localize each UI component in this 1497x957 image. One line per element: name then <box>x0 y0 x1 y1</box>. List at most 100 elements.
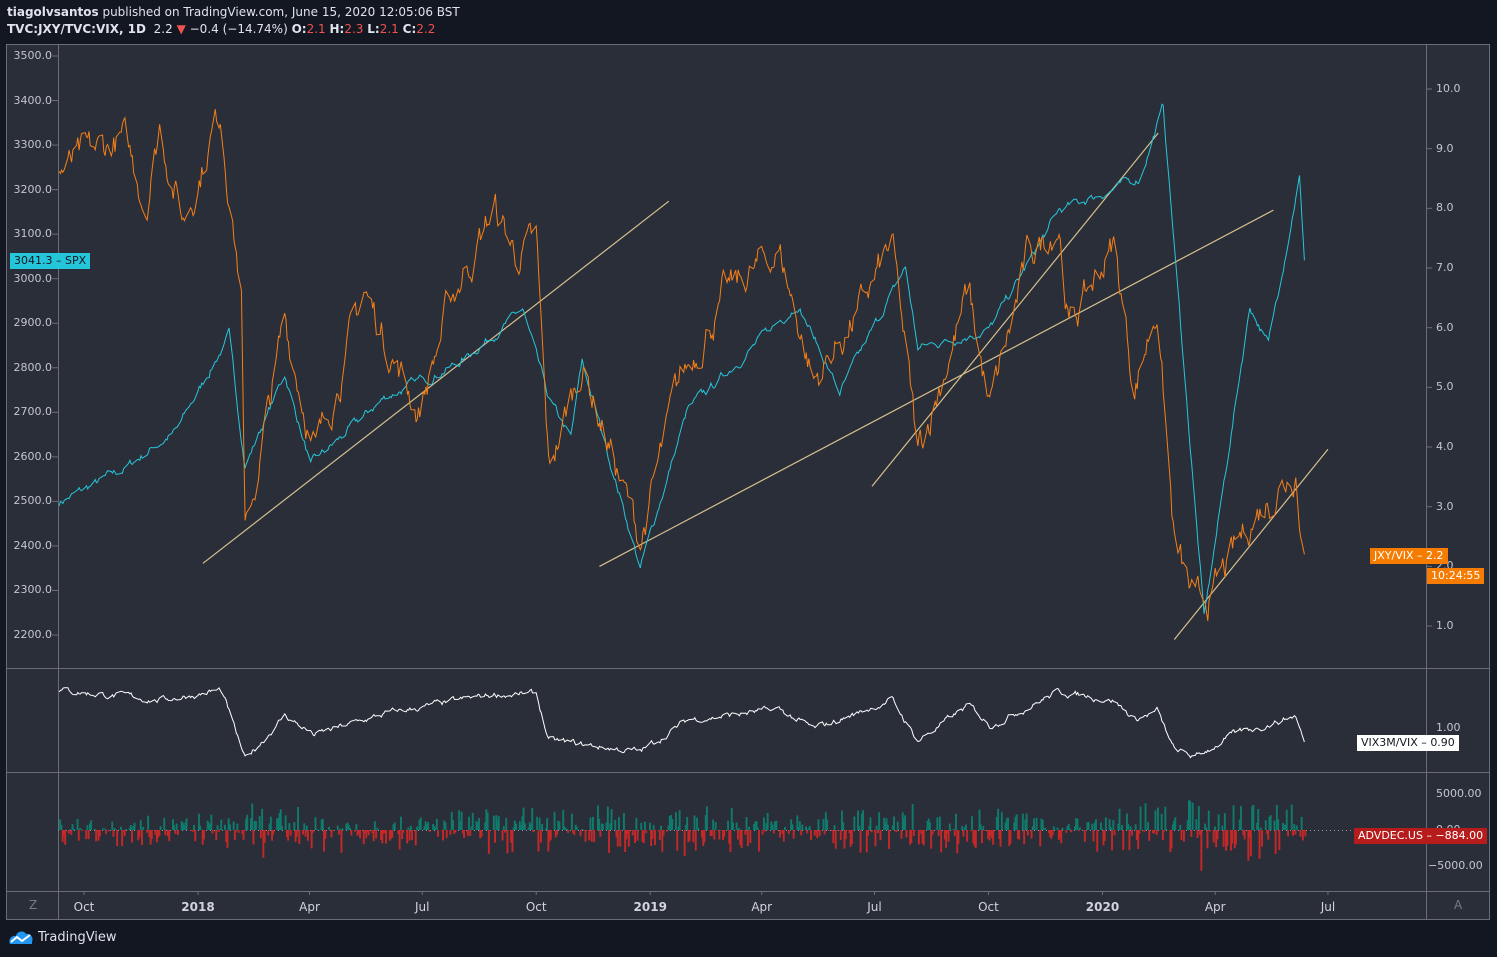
time-axis-tick: Jul <box>1320 900 1336 914</box>
left-axis-tick: 3500.0 <box>13 49 53 62</box>
advdec-bar <box>1243 830 1246 840</box>
advdec-bar <box>1157 807 1159 830</box>
advdec-bar <box>139 820 142 830</box>
advdec-bar <box>1078 827 1081 830</box>
advdec-bar <box>1200 830 1203 871</box>
advdec-bar <box>242 830 245 840</box>
left-axis-tick: 2900.0 <box>13 316 53 330</box>
advdec-bar <box>874 830 877 847</box>
advdec-bar <box>1235 830 1237 845</box>
advdec-bar <box>1153 830 1156 834</box>
trendline-2[interactable] <box>599 209 1274 567</box>
advdec-bar <box>460 811 463 830</box>
trendline-3[interactable] <box>871 132 1159 487</box>
advdec-bar <box>313 830 316 831</box>
advdec-bar <box>87 830 90 840</box>
log-scale-toggle[interactable]: Z <box>29 898 37 912</box>
advdec-bar <box>546 818 549 830</box>
advdec-bar <box>851 830 853 845</box>
advdec-bar <box>974 830 977 849</box>
advdec-bar <box>1163 830 1166 832</box>
advdec-bar <box>1212 830 1215 843</box>
advdec-bar <box>409 825 412 830</box>
advdec-bar <box>159 826 162 830</box>
advdec-bar <box>163 817 166 830</box>
advdec-bar <box>1274 830 1277 854</box>
advdec-bar <box>713 830 716 840</box>
advdec-bar <box>999 830 1002 847</box>
advdec-bar <box>1127 823 1130 830</box>
advdec-bar <box>372 830 375 842</box>
advdec-bar <box>737 830 739 840</box>
advdec-bar <box>579 830 582 837</box>
left-axis-tick: 3400.0 <box>13 93 53 107</box>
advdec-bar <box>598 818 601 830</box>
advdec-bar <box>1252 804 1255 830</box>
auto-scale-toggle[interactable]: A <box>1454 898 1462 912</box>
advdec-bar <box>911 804 914 830</box>
spx-value: 3041.3 <box>14 254 53 267</box>
advdec-bar <box>746 830 749 847</box>
advdec-bar <box>376 827 379 830</box>
advdec-bar <box>1207 810 1210 830</box>
advdec-bar <box>905 830 908 838</box>
advdec-bar <box>297 806 299 830</box>
advdec-bar <box>1095 819 1097 830</box>
advdec-bar <box>1069 828 1071 830</box>
advdec-bar <box>822 819 825 830</box>
jxy-vix-line[interactable] <box>58 109 1305 622</box>
advdec-bar <box>324 830 327 839</box>
spx-line[interactable] <box>58 103 1305 614</box>
advdec-bar <box>833 825 836 830</box>
tradingview-logo[interactable]: TradingView <box>8 929 117 945</box>
advdec-bar <box>200 829 203 830</box>
advdec-bar <box>599 830 602 837</box>
time-axis-tick: Apr <box>1204 900 1226 914</box>
advdec-bar <box>1294 830 1297 835</box>
advdec-bar <box>1091 823 1094 830</box>
advdec-bar <box>1025 813 1028 830</box>
advdec-bar <box>224 824 226 830</box>
vix3m-vix-line[interactable] <box>58 687 1305 759</box>
advdec-bar <box>133 822 136 830</box>
advdec-bar <box>608 830 610 853</box>
advdec-bar <box>1180 830 1183 841</box>
advdec-bar <box>408 830 411 841</box>
advdec-bar <box>964 824 967 830</box>
advdec-bar <box>1174 817 1177 830</box>
advdec-bar <box>359 830 361 839</box>
right-axis-tick: 8.0 <box>1436 201 1454 215</box>
trendline-4[interactable] <box>1173 448 1329 640</box>
advdec-bar <box>1293 823 1296 830</box>
advdec-bar <box>1209 830 1211 832</box>
advdec-bar <box>878 812 881 830</box>
advdec-bar <box>1103 830 1106 841</box>
advdec-bar <box>367 830 370 836</box>
advdec-bar <box>640 822 643 830</box>
advdec-bar <box>969 830 972 832</box>
advdec-bar <box>832 830 835 844</box>
advdec-bar <box>764 830 767 832</box>
advdec-bar <box>168 830 171 842</box>
advdec-bar <box>1044 827 1047 830</box>
advdec-bar <box>540 830 542 843</box>
advdec-bar <box>584 830 587 842</box>
advdec-bar <box>1197 806 1200 830</box>
advdec-bar <box>758 830 760 852</box>
chart-canvas[interactable] <box>0 0 1497 957</box>
advdec-bar <box>1121 825 1123 830</box>
advdec-bar <box>164 830 167 836</box>
advdec-bar <box>251 803 254 830</box>
advdec-bar <box>173 825 176 830</box>
advdec-bar <box>1196 830 1199 838</box>
advdec-bar <box>666 830 669 832</box>
advdec-bar <box>1249 830 1252 857</box>
advdec-bar <box>922 830 925 846</box>
left-axis-tick: 3000.0 <box>13 271 53 285</box>
advdec-bar <box>406 830 409 844</box>
advdec-bar <box>492 815 495 830</box>
advdec-bar <box>631 830 634 836</box>
advdec-bar <box>236 823 239 830</box>
trendline-1[interactable] <box>202 200 670 564</box>
advdec-bar <box>252 830 255 845</box>
